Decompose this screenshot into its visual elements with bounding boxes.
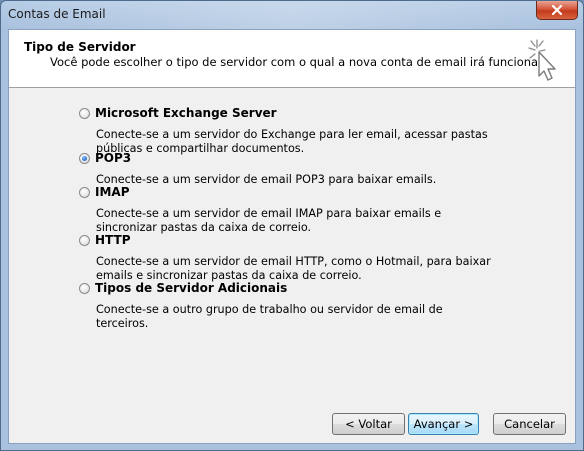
radio-label-additional[interactable]: Tipos de Servidor Adicionais — [95, 281, 287, 295]
radio-button-pop3[interactable] — [79, 152, 90, 164]
wizard-header: Tipo de Servidor Você pode escolher o ti… — [9, 30, 575, 88]
option-pop3: POP3 Conecte-se a um servidor de email P… — [79, 150, 496, 187]
radio-http[interactable]: HTTP — [79, 232, 496, 248]
radio-label-http[interactable]: HTTP — [95, 233, 130, 247]
window-title: Contas de Email — [8, 7, 106, 21]
radio-button-additional[interactable] — [79, 282, 90, 294]
next-button[interactable]: Avançar > — [408, 413, 479, 435]
page-title: Tipo de Servidor — [24, 40, 136, 54]
radio-pop3[interactable]: POP3 — [79, 150, 496, 166]
radio-imap[interactable]: IMAP — [79, 184, 496, 200]
close-button[interactable] — [536, 1, 578, 20]
dialog-client-area: Tipo de Servidor Você pode escolher o ti… — [8, 29, 576, 444]
email-accounts-window: Contas de Email Tipo de Servidor Você po… — [0, 0, 584, 451]
close-icon — [551, 5, 563, 15]
radio-label-imap[interactable]: IMAP — [95, 185, 130, 199]
option-description-additional: Conecte-se a outro grupo de trabalho ou … — [96, 303, 443, 330]
option-exchange: Microsoft Exchange Server Conecte-se a u… — [79, 105, 496, 156]
radio-button-exchange[interactable] — [79, 107, 90, 119]
option-description-imap: Conecte-se a um servidor de email IMAP p… — [96, 207, 442, 234]
option-imap: IMAP Conecte-se a um servidor de email I… — [79, 184, 496, 235]
radio-button-http[interactable] — [79, 234, 90, 246]
radio-label-exchange[interactable]: Microsoft Exchange Server — [95, 106, 277, 120]
option-description-http: Conecte-se a um servidor de email HTTP, … — [96, 255, 491, 282]
radio-exchange[interactable]: Microsoft Exchange Server — [79, 105, 496, 121]
cancel-button[interactable]: Cancelar — [493, 413, 566, 435]
back-button[interactable]: < Voltar — [332, 413, 405, 435]
page-subtitle: Você pode escolher o tipo de servidor co… — [50, 55, 546, 69]
option-additional: Tipos de Servidor Adicionais Conecte-se … — [79, 280, 496, 331]
title-bar[interactable]: Contas de Email — [1, 1, 583, 29]
option-http: HTTP Conecte-se a um servidor de email H… — [79, 232, 496, 283]
radio-button-imap[interactable] — [79, 186, 90, 198]
radio-label-pop3[interactable]: POP3 — [95, 151, 131, 165]
wizard-cursor-icon — [528, 39, 556, 81]
radio-additional[interactable]: Tipos de Servidor Adicionais — [79, 280, 496, 296]
